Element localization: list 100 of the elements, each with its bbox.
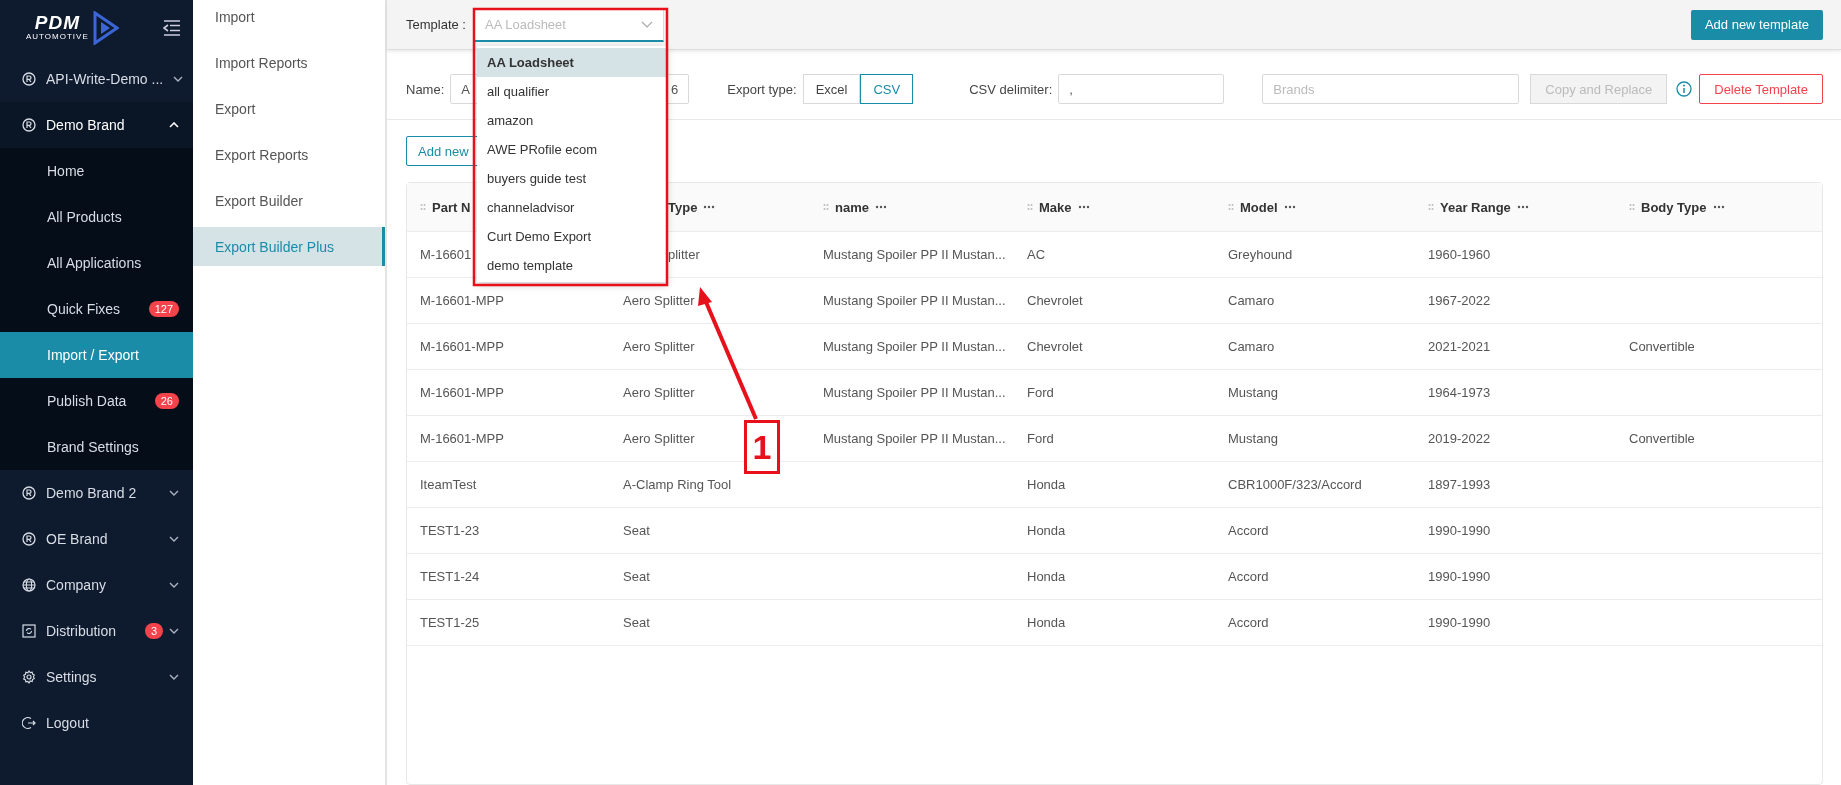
dropdown-option[interactable]: buyers guide test — [477, 164, 667, 193]
table-cell: Convertible — [1629, 431, 1695, 446]
table-cell: Chevrolet — [1027, 293, 1083, 308]
nav-item[interactable]: Quick Fixes 127 — [0, 286, 193, 332]
submenu-item[interactable]: Export — [193, 89, 385, 128]
table-cell: Aero Splitter — [623, 293, 695, 308]
submenu-item[interactable]: Export Reports — [193, 135, 385, 174]
table-cell: Mustang Spoiler PP II Mustan... — [823, 431, 1006, 446]
table-cell: Chevrolet — [1027, 339, 1083, 354]
column-header[interactable]: name — [835, 199, 869, 215]
submenu-item[interactable]: Import — [193, 0, 385, 36]
table-cell: Camaro — [1228, 339, 1275, 354]
nav-group-item[interactable]: API-Write-Demo ... — [0, 56, 193, 102]
table-cell: Greyhound — [1228, 247, 1293, 262]
drag-handle-icon[interactable] — [1629, 203, 1635, 211]
table-cell: M-16601-MPP — [420, 339, 504, 354]
nav-group-item[interactable]: Settings — [0, 654, 193, 700]
table-cell: 1967-2022 — [1428, 293, 1491, 308]
column-header[interactable]: Year Range — [1440, 199, 1511, 215]
more-icon[interactable] — [1077, 205, 1090, 209]
dropdown-option[interactable]: all qualifier — [477, 77, 667, 106]
submenu-item[interactable]: Import Reports — [193, 43, 385, 82]
dropdown-option[interactable]: Curt Demo Export — [477, 222, 667, 251]
info-icon[interactable] — [1676, 81, 1693, 97]
dropdown-option[interactable]: demo template — [477, 251, 667, 280]
drag-handle-icon[interactable] — [420, 203, 426, 211]
nav-group-item[interactable]: Company — [0, 562, 193, 608]
nav-item[interactable]: Home — [0, 148, 193, 194]
export-type-option[interactable]: Excel — [802, 74, 861, 104]
table-cell: Mustang Spoiler PP II Mustan... — [823, 293, 1006, 308]
table-cell: Mustang Spoiler PP II Mustan... — [823, 339, 1006, 354]
column-header[interactable]: Model — [1240, 199, 1278, 215]
export-type-label: Export type: — [727, 81, 797, 97]
table-cell: TEST1-24 — [420, 569, 480, 584]
drag-handle-icon[interactable] — [823, 203, 829, 211]
registered-icon — [22, 532, 36, 546]
chevron-up-icon[interactable] — [169, 122, 179, 128]
nav-group-item[interactable]: OE Brand — [0, 516, 193, 562]
chevron-down-icon[interactable] — [169, 490, 179, 496]
table-cell: 2021-2021 — [1428, 339, 1491, 354]
nav-item[interactable]: Import / Export — [0, 332, 193, 378]
table-cell: IteamTest — [420, 477, 477, 492]
dropdown-option[interactable]: AA Loadsheet — [477, 48, 667, 77]
table-cell: TEST1-25 — [420, 615, 480, 630]
logo-name: PDM — [34, 14, 80, 32]
more-icon[interactable] — [1712, 205, 1725, 209]
nav-item[interactable]: Publish Data 26 — [0, 378, 193, 424]
registered-icon — [22, 118, 36, 132]
dropdown-option[interactable]: channeladvisor — [477, 193, 667, 222]
drag-handle-icon[interactable] — [1027, 203, 1033, 211]
more-icon[interactable] — [874, 205, 887, 209]
table-cell: 1964-1973 — [1428, 385, 1491, 400]
more-icon[interactable] — [1283, 205, 1296, 209]
nav-group-item[interactable]: Demo Brand — [0, 102, 193, 148]
more-icon[interactable] — [1516, 205, 1529, 209]
chevron-down-icon[interactable] — [169, 582, 179, 588]
dropdown-option[interactable]: amazon — [477, 106, 667, 135]
submenu-item[interactable]: Export Builder — [193, 181, 385, 220]
table-cell: M-16601 — [420, 247, 472, 262]
nav-group-item[interactable]: Demo Brand 2 — [0, 470, 193, 516]
menu-icon[interactable] — [163, 20, 181, 36]
column-header[interactable]: Part N — [432, 199, 471, 215]
play-logo-icon — [92, 11, 119, 45]
table-cell: CBR1000F/323/Accord — [1228, 477, 1362, 492]
column-header[interactable]: Make — [1039, 199, 1072, 215]
logo-tagline: AUTOMOTIVE — [26, 32, 89, 42]
nav-group-item[interactable]: Logout — [0, 700, 193, 746]
add-template-button[interactable]: Add new template — [1690, 9, 1823, 40]
chevron-down-icon[interactable] — [173, 76, 184, 82]
table-cell: Ford — [1027, 385, 1054, 400]
table-cell: Mustang Spoiler PP II Mustan... — [823, 385, 1006, 400]
drag-handle-icon[interactable] — [1228, 203, 1234, 211]
delimiter-field[interactable]: , — [1058, 74, 1225, 104]
table-cell: Convertible — [1629, 339, 1695, 354]
table-cell: Mustang — [1228, 431, 1278, 446]
chevron-down-icon[interactable] — [169, 536, 179, 542]
brands-field[interactable]: Brands — [1262, 74, 1520, 104]
table-cell: 1990-1990 — [1428, 615, 1491, 630]
table-cell: A-Clamp Ring Tool — [623, 477, 732, 492]
nav-item[interactable]: All Applications — [0, 240, 193, 286]
more-icon[interactable] — [703, 205, 716, 209]
table-cell: Aero Splitter — [623, 339, 695, 354]
column-header[interactable]: Body Type — [1641, 199, 1707, 215]
drag-handle-icon[interactable] — [1428, 203, 1434, 211]
column-header[interactable]: Type — [668, 199, 698, 215]
chevron-down-icon[interactable] — [169, 628, 179, 634]
table-cell: M-16601-MPP — [420, 385, 504, 400]
template-label: Template : — [406, 17, 466, 32]
table-cell: AC — [1027, 247, 1046, 262]
table-cell: Honda — [1027, 569, 1066, 584]
chevron-down-icon[interactable] — [169, 674, 179, 680]
count-badge: 3 — [144, 623, 163, 639]
export-type-option[interactable]: CSV — [860, 74, 914, 104]
count-badge: 127 — [148, 301, 179, 317]
delete-template-button[interactable]: Delete Template — [1699, 74, 1823, 104]
nav-item[interactable]: All Products — [0, 194, 193, 240]
table-cell: M-16601-MPP — [420, 431, 504, 446]
sync-icon — [22, 624, 36, 638]
nav-item[interactable]: Brand Settings — [0, 424, 193, 470]
nav-group-item[interactable]: Distribution 3 — [0, 608, 193, 654]
